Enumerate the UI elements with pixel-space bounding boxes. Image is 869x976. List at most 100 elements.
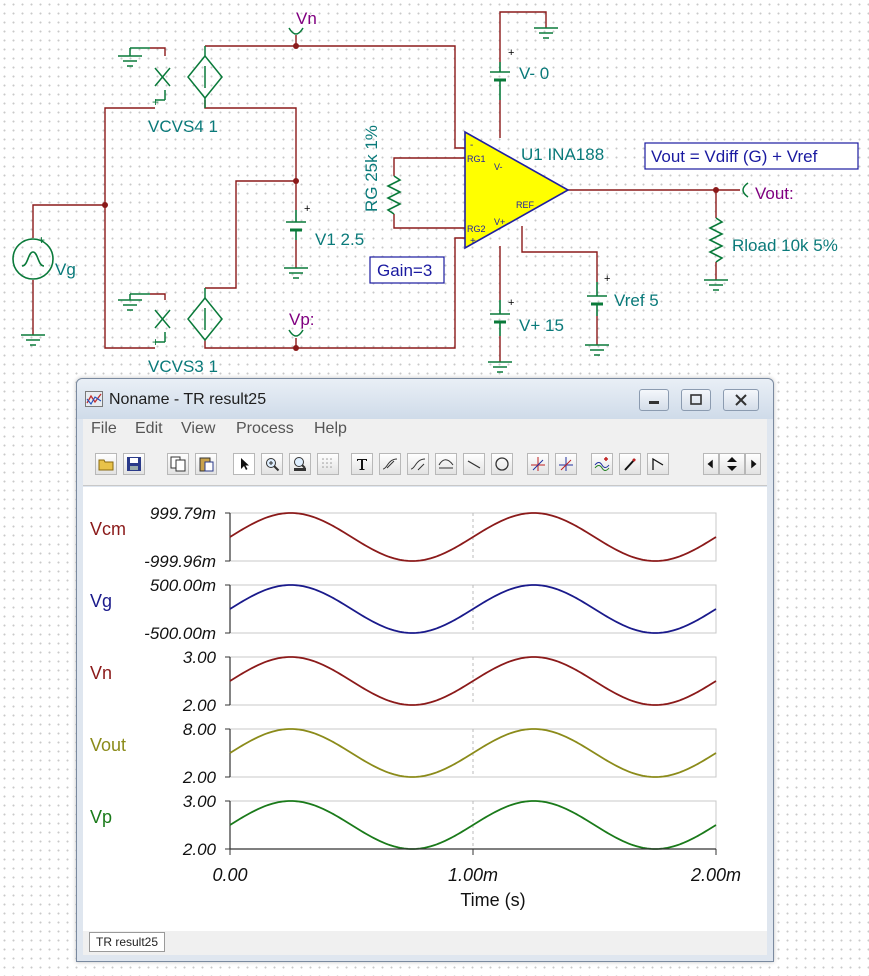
vn-probe[interactable] xyxy=(288,27,304,35)
title-bar[interactable]: Noname - TR result25 xyxy=(77,379,773,419)
label-vcvs3: VCVS3 1 xyxy=(148,357,218,376)
save-button[interactable] xyxy=(123,453,145,475)
curve-a-icon xyxy=(382,458,398,470)
save-icon xyxy=(127,457,141,471)
menu-file[interactable]: File xyxy=(91,420,117,438)
grid-button[interactable] xyxy=(317,453,339,475)
curve-b-icon xyxy=(410,458,426,471)
app-icon xyxy=(85,391,103,407)
close-button[interactable] xyxy=(723,389,759,411)
open-button[interactable] xyxy=(95,453,117,475)
plot-area[interactable]: Vcm 999.79m -999.96m Vg 500.00m -500.00m Vn 3.0… xyxy=(83,487,767,931)
cursor-a-button[interactable] xyxy=(527,453,549,475)
vplus-plus-sign: + xyxy=(508,297,514,309)
v1-battery[interactable] xyxy=(286,210,306,240)
pin-minus: - xyxy=(470,140,473,151)
curve-c-icon xyxy=(438,459,454,469)
series-label-vg: Vg xyxy=(90,591,112,611)
line-icon xyxy=(467,460,481,469)
minimize-button[interactable] xyxy=(639,389,669,411)
pointer-button[interactable] xyxy=(233,453,255,475)
waveform-chart[interactable]: Vcm 999.79m -999.96m Vg 500.00m -500.00m Vn 3.0… xyxy=(83,487,767,931)
vminus-battery[interactable] xyxy=(490,62,510,100)
flag-button[interactable] xyxy=(647,453,669,475)
vout-probe[interactable] xyxy=(742,182,749,198)
vg-source[interactable] xyxy=(12,238,54,280)
series-label-vout: Vout xyxy=(90,735,126,755)
curve-c-button[interactable] xyxy=(435,453,457,475)
schematic-canvas[interactable]: Vn Vp: Vout: Vg VCVS4 1 VCVS3 1 V1 2.5 V… xyxy=(0,0,869,380)
pin-rg2: RG2 xyxy=(467,224,486,234)
y-top-label: 3.00 xyxy=(183,648,217,667)
copy-button[interactable] xyxy=(167,453,189,475)
pin-vminus: V- xyxy=(494,162,503,172)
y-top-label: 500.00m xyxy=(150,576,216,595)
y-bottom-label: 2.00 xyxy=(182,840,217,859)
menu-help[interactable]: Help xyxy=(314,420,347,438)
label-vminus: V- 0 xyxy=(519,64,549,83)
zoom-in-button[interactable] xyxy=(261,453,283,475)
y-top-label: 8.00 xyxy=(183,720,217,739)
label-vp: Vp: xyxy=(289,310,315,329)
vcvs3-plus-sign: + xyxy=(152,335,159,349)
result-tab[interactable]: TR result25 xyxy=(89,932,166,952)
scroll-updown-button[interactable] xyxy=(719,453,745,475)
menu-process[interactable]: Process xyxy=(236,420,294,438)
wave-add-button[interactable] xyxy=(591,453,613,475)
scroll-arrows-icon xyxy=(727,457,737,471)
paste-button[interactable] xyxy=(195,453,217,475)
zoom-in-icon xyxy=(266,458,280,472)
label-u1: U1 INA188 xyxy=(521,145,604,164)
maximize-icon xyxy=(690,394,702,405)
vminus-plus-sign: + xyxy=(508,47,514,59)
curve-b-button[interactable] xyxy=(407,453,429,475)
cursor-a-icon xyxy=(531,457,545,471)
gain-box[interactable]: Gain=3 xyxy=(377,261,432,280)
y-bottom-label: -999.96m xyxy=(144,552,216,571)
v1-plus-sign: + xyxy=(304,203,310,215)
text-button[interactable] xyxy=(351,453,373,475)
copy-icon xyxy=(170,456,186,472)
flag-icon xyxy=(652,457,664,470)
circle-button[interactable] xyxy=(491,453,513,475)
vref-plus-sign: + xyxy=(604,273,610,285)
y-top-label: 999.79m xyxy=(150,504,216,523)
y-top-label: 3.00 xyxy=(183,792,217,811)
maximize-button[interactable] xyxy=(681,389,711,411)
arrow-left-icon xyxy=(707,459,713,469)
rg-resistor[interactable] xyxy=(386,175,402,215)
y-bottom-label: -500.00m xyxy=(144,624,216,643)
status-bar: TR result25 xyxy=(83,931,767,955)
scroll-right-button[interactable] xyxy=(745,453,761,475)
pen-button[interactable] xyxy=(619,453,641,475)
label-vref: Vref 5 xyxy=(614,291,659,310)
series-label-vcm: Vcm xyxy=(90,519,126,539)
tr-result-window[interactable]: Noname - TR result25 File Edit View Proc… xyxy=(76,378,774,962)
label-v1: V1 2.5 xyxy=(315,230,364,249)
window-title: Noname - TR result25 xyxy=(109,391,267,408)
x-tick-label: 2.00m xyxy=(690,865,741,885)
menu-view[interactable]: View xyxy=(181,420,215,438)
label-vcvs4: VCVS4 1 xyxy=(148,117,218,136)
label-vplus: V+ 15 xyxy=(519,316,564,335)
label-rg: RG 25k 1% xyxy=(362,125,381,212)
rload-resistor[interactable] xyxy=(708,217,724,263)
menu-edit[interactable]: Edit xyxy=(135,420,163,438)
label-vg: Vg xyxy=(55,260,76,279)
series-label-vn: Vn xyxy=(90,663,112,683)
cursor-b-icon xyxy=(559,457,573,471)
zoom-100-button[interactable] xyxy=(289,453,311,475)
curve-a-button[interactable] xyxy=(379,453,401,475)
x-tick-label: 0.00 xyxy=(212,865,247,885)
text-icon xyxy=(357,459,367,470)
cursor-b-button[interactable] xyxy=(555,453,577,475)
pen-icon xyxy=(624,458,636,471)
vp-probe[interactable] xyxy=(288,329,304,337)
line-button[interactable] xyxy=(463,453,485,475)
vplus-battery[interactable] xyxy=(490,300,510,336)
equation-box[interactable]: Vout = Vdiff (G) + Vref xyxy=(651,147,818,166)
x-axis-label: Time (s) xyxy=(460,890,525,910)
minimize-icon xyxy=(649,401,659,404)
scroll-left-button[interactable] xyxy=(703,453,719,475)
vref-battery[interactable] xyxy=(587,282,607,316)
